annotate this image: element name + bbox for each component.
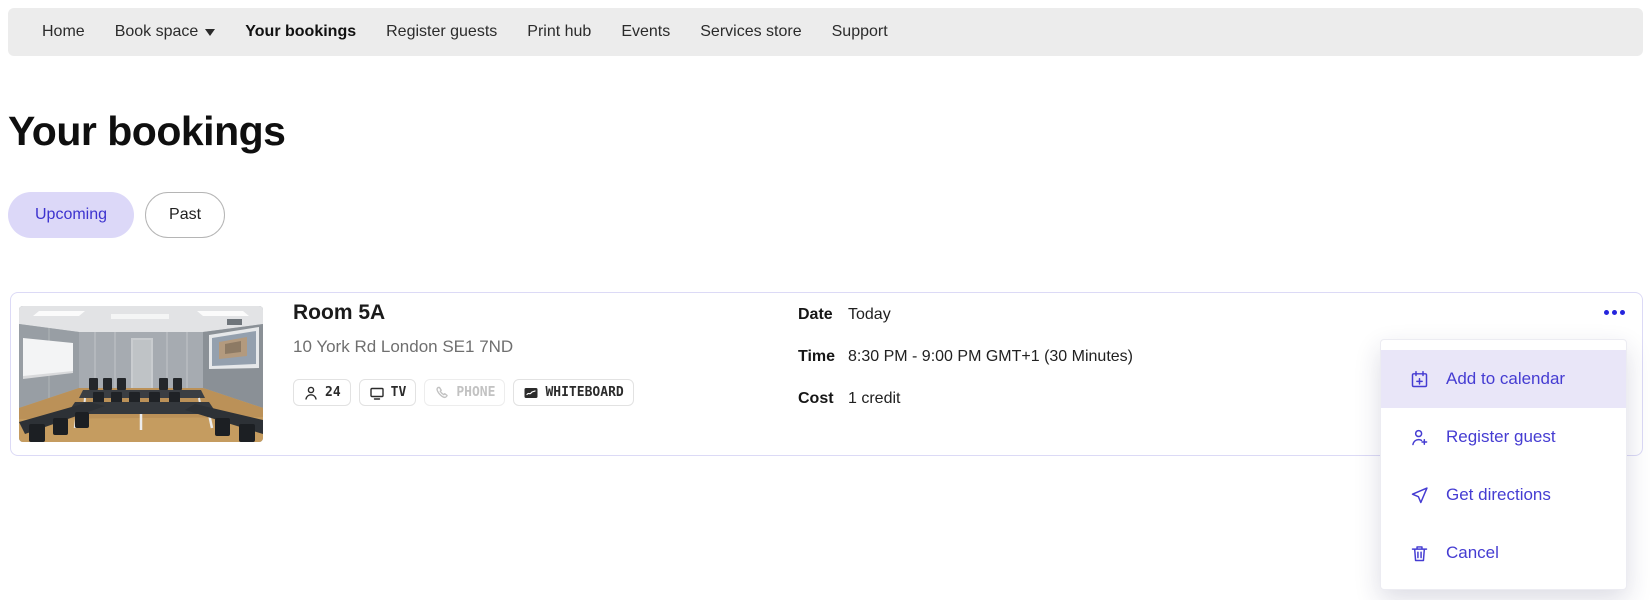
navigation-icon <box>1411 486 1428 503</box>
page-title: Your bookings <box>8 108 286 154</box>
detail-row-time: Time 8:30 PM - 9:00 PM GMT+1 (30 Minutes… <box>798 347 1133 366</box>
room-address: 10 York Rd London SE1 7ND <box>293 337 514 356</box>
person-plus-icon <box>1412 429 1428 445</box>
phone-icon <box>436 386 449 398</box>
filter-label: Upcoming <box>35 206 108 223</box>
badge-label: PHONE <box>456 385 496 400</box>
nav-item-register-guests[interactable]: Register guests <box>386 23 497 41</box>
detail-row-cost: Cost 1 credit <box>798 389 1133 408</box>
whiteboard-badge: WHITEBOARD <box>513 379 634 406</box>
nav-item-label: Events <box>621 23 671 40</box>
badge-label: WHITEBOARD <box>545 385 624 400</box>
room-name: Room 5A <box>293 301 386 324</box>
filter-upcoming[interactable]: Upcoming <box>8 192 135 238</box>
nav-item-services-store[interactable]: Services store <box>700 23 801 41</box>
nav-item-label: Your bookings <box>245 23 357 40</box>
chevron-down-icon <box>205 28 216 36</box>
kebab-dot <box>1611 309 1617 315</box>
detail-label: Time <box>798 348 836 365</box>
badge-label: 24 <box>325 385 341 400</box>
person-icon <box>305 386 317 400</box>
room-photo <box>19 306 263 442</box>
menu-item-label: Cancel <box>1446 543 1499 562</box>
tv-icon <box>369 387 384 400</box>
menu-item-label: Add to calendar <box>1446 369 1566 388</box>
amenity-badges: 24 TV PHONE WHITEBOARD <box>293 379 634 406</box>
trash-icon <box>1411 545 1428 561</box>
filter-label: Past <box>169 206 202 223</box>
detail-value: Today <box>848 306 891 323</box>
menu-item-register-guest[interactable]: Register guest <box>1381 408 1626 466</box>
nav-item-book-space[interactable]: Book space <box>115 23 216 41</box>
nav-item-label: Book space <box>114 23 199 40</box>
nav-item-label: Home <box>42 23 85 40</box>
badge-label: TV <box>390 385 407 400</box>
menu-item-label: Get directions <box>1446 485 1551 504</box>
nav-item-support[interactable]: Support <box>832 23 888 41</box>
detail-value: 8:30 PM - 9:00 PM GMT+1 (30 Minutes) <box>848 348 1133 365</box>
more-options-button[interactable] <box>1592 298 1636 326</box>
kebab-dot <box>1619 309 1625 315</box>
capacity-badge: 24 <box>293 379 351 406</box>
phone-badge: PHONE <box>424 379 506 406</box>
detail-label: Date <box>798 306 833 323</box>
booking-filters: Upcoming Past <box>8 192 226 238</box>
nav-item-label: Services store <box>700 23 802 40</box>
top-navbar: Home Book space Your bookings Register g… <box>8 8 1643 56</box>
nav-item-label: Register guests <box>386 23 498 40</box>
whiteboard-icon <box>524 387 538 398</box>
nav-item-label: Support <box>831 23 888 40</box>
nav-item-events[interactable]: Events <box>621 23 670 41</box>
nav-item-your-bookings[interactable]: Your bookings <box>245 23 356 41</box>
tv-badge: TV <box>358 379 417 406</box>
nav-item-label: Print hub <box>527 23 592 40</box>
detail-value: 1 credit <box>848 390 901 407</box>
kebab-dot <box>1603 309 1609 315</box>
menu-item-cancel[interactable]: Cancel <box>1381 524 1626 582</box>
nav-item-print-hub[interactable]: Print hub <box>527 23 591 41</box>
menu-item-label: Register guest <box>1446 427 1556 446</box>
nav-item-home[interactable]: Home <box>42 23 85 41</box>
filter-past[interactable]: Past <box>145 192 226 238</box>
detail-label: Cost <box>798 390 834 407</box>
booking-details: Date Today Time 8:30 PM - 9:00 PM GMT+1 … <box>798 305 1133 408</box>
meeting-room-illustration <box>19 306 263 442</box>
menu-item-add-to-calendar[interactable]: Add to calendar <box>1381 350 1626 408</box>
detail-row-date: Date Today <box>798 305 1133 324</box>
calendar-plus-icon <box>1411 370 1428 387</box>
menu-item-get-directions[interactable]: Get directions <box>1381 466 1626 524</box>
booking-context-menu: Add to calendar Register guest Get direc… <box>1380 339 1627 590</box>
